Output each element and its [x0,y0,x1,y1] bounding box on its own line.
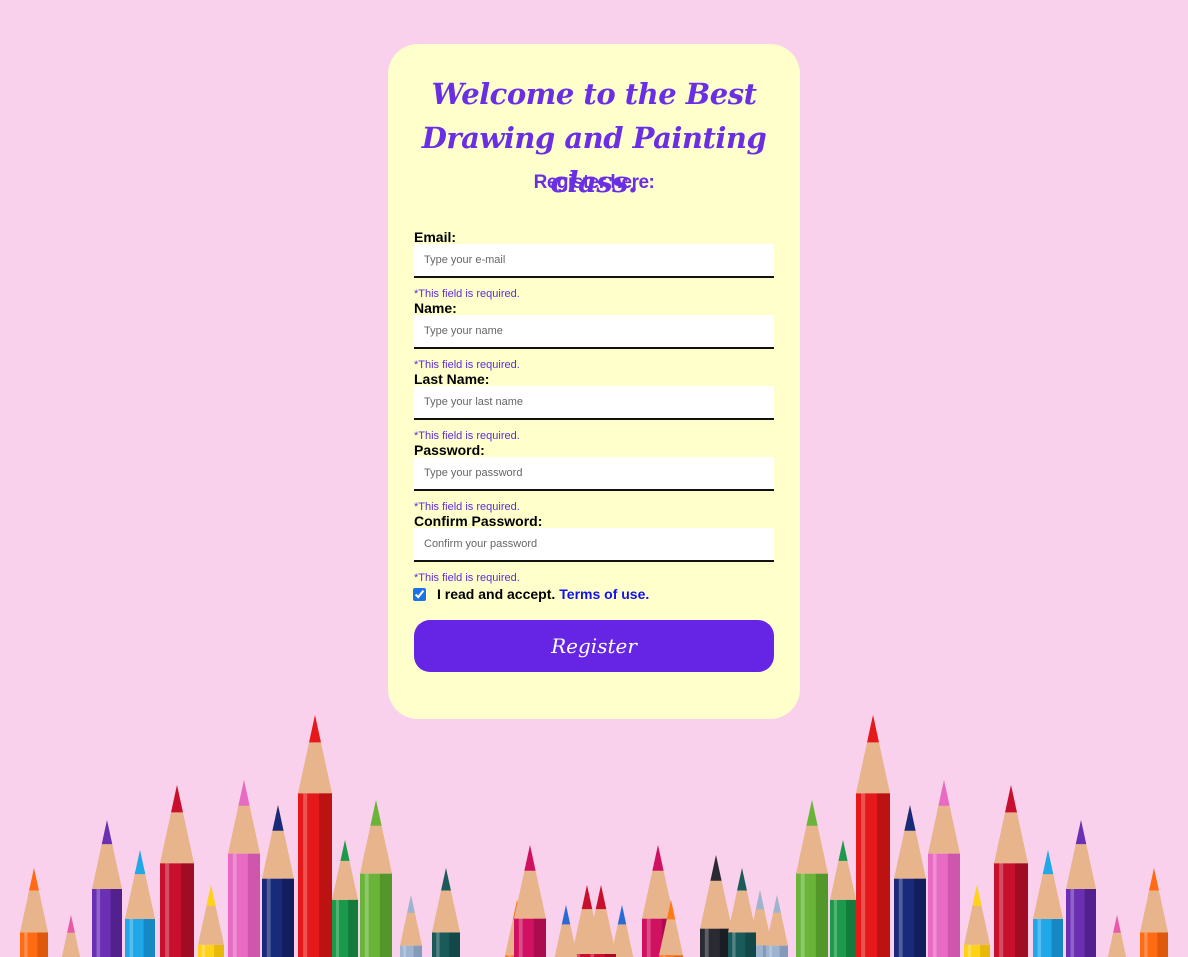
password-label: Password: [414,442,485,458]
pencil [432,868,460,957]
confirm-password-label: Confirm Password: [414,513,543,529]
form-subtitle: Register here: [533,172,655,193]
last-name-error: *This field is required. [414,430,520,442]
terms-text: I read and accept. [437,586,556,602]
pencil [228,780,260,957]
password-error: *This field is required. [414,501,520,513]
pencil [728,868,756,957]
pencil [160,785,194,957]
pencil [1033,850,1063,957]
terms-checkbox[interactable] [413,587,426,601]
email-field[interactable] [414,244,774,278]
pencil [332,840,358,957]
last-name-label: Last Name: [414,371,490,387]
terms-row: I read and accept. Terms of use. [413,585,649,603]
pencil [856,715,890,957]
registration-card: Welcome to the Best Drawing and Painting… [388,44,800,719]
pencil [92,820,122,957]
pencil [1140,868,1168,957]
pencil [994,785,1028,957]
pencil [928,780,960,957]
email-error: *This field is required. [414,288,520,300]
pencil [262,805,294,957]
pencil [298,715,332,957]
colored-pencils-image [20,715,1168,957]
pencil [61,915,81,957]
confirm-password-error: *This field is required. [414,572,520,584]
pencil [1107,915,1127,957]
name-field[interactable] [414,315,774,349]
pencil [766,895,788,957]
pencil [20,868,48,957]
pencil [964,885,990,957]
name-error: *This field is required. [414,359,520,371]
name-label: Name: [414,300,457,316]
pencil [796,800,828,957]
pencil [360,800,392,957]
pencil [198,885,224,957]
pencil [894,805,926,957]
pencil [700,855,732,957]
last-name-field[interactable] [414,386,774,420]
pencil [400,895,422,957]
pencil [514,845,546,957]
email-label: Email: [414,229,457,245]
pencil [554,905,578,957]
password-field[interactable] [414,457,774,491]
register-button[interactable]: Register [414,620,774,672]
pencil [830,840,856,957]
pencil [125,850,155,957]
confirm-password-field[interactable] [414,528,774,562]
terms-of-use-link[interactable]: Terms of use. [559,586,649,602]
pencil [1066,820,1096,957]
